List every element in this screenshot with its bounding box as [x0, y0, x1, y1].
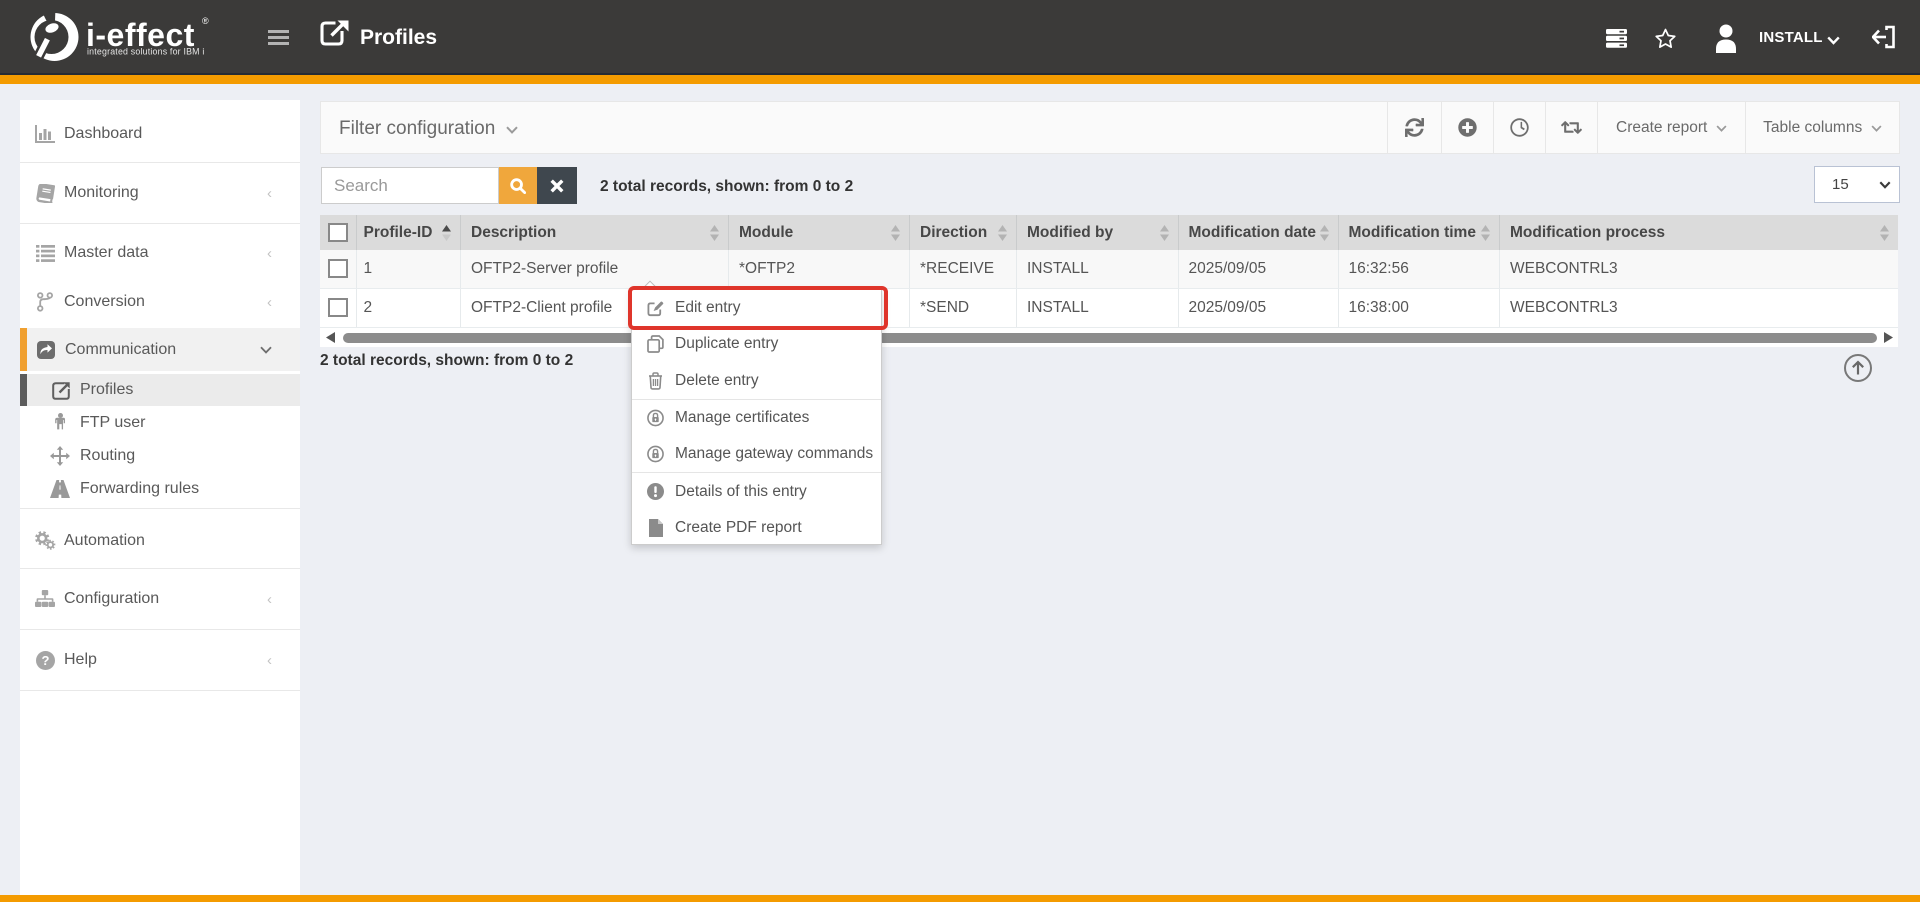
svg-text:integrated solutions for IBM i: integrated solutions for IBM i [87, 47, 204, 57]
svg-text:?: ? [41, 653, 49, 668]
svg-text:®: ® [202, 16, 209, 26]
